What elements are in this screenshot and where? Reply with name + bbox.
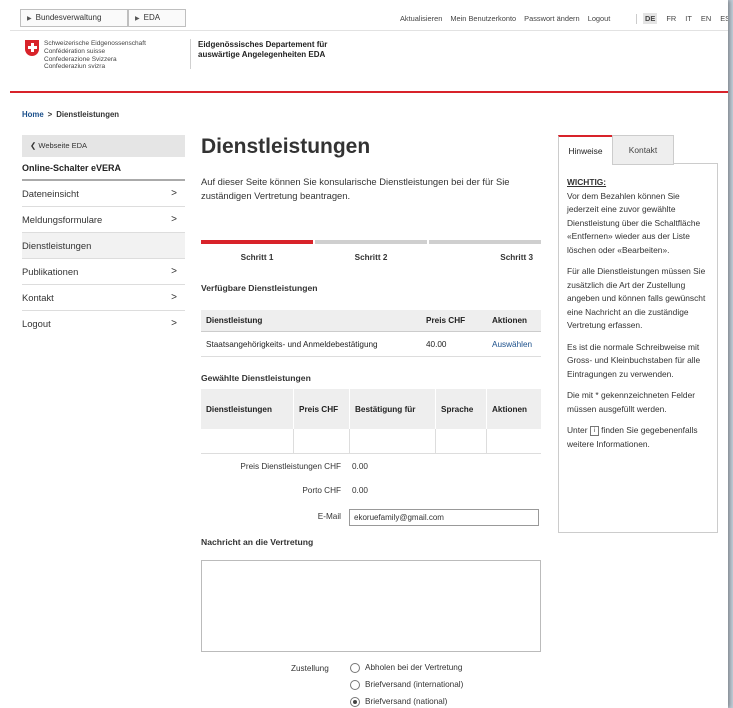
summary-price-row: Preis Dienstleistungen CHF [201,462,341,474]
message-textarea[interactable] [201,560,541,652]
panel-paragraph: Es ist die normale Schreibweise mit Gros… [567,341,701,379]
page-title: Dienstleistungen [201,135,371,158]
table-row [201,429,541,454]
select-service-link[interactable]: Auswählen [487,331,541,357]
chosen-services-title: Gewählte Dienstleistungen [201,373,311,383]
sidebar-heading: Online-Schalter eVERA [22,157,185,181]
breadcrumb-separator: > [47,110,53,119]
sidebar-item-publikationen[interactable]: Publikationen > [22,259,185,285]
tab-hinweise[interactable]: Hinweise [558,135,613,164]
sidebar-item-logout[interactable]: Logout > [22,311,185,336]
email-field[interactable]: ekoruefamily@gmail.com [349,509,539,526]
panel-tabs: Hinweise Kontakt [558,135,718,165]
lang-es[interactable]: ES [720,14,728,23]
header-accent-line [10,91,728,93]
chevron-right-icon: > [171,318,177,329]
sidebar-item-dateneinsicht[interactable]: Dateneinsicht > [22,181,185,207]
panel-paragraph: Für alle Dienstleistungen müssen Sie zus… [567,266,706,330]
chevron-right-icon: > [171,292,177,303]
price-label: Preis Dienstleistungen CHF [240,462,341,471]
porto-value: 0.00 [352,486,368,495]
column-header: Bestätigung für [349,389,436,429]
delivery-label: Zustellung [291,664,329,673]
topnav-logout[interactable]: Logout [588,14,611,23]
lang-de[interactable]: DE [643,13,658,24]
chevron-right-icon: > [171,188,177,199]
email-label: E-Mail [317,512,341,521]
chevron-left-icon: ❮ [30,141,37,150]
breadcrumb-home[interactable]: Home [22,110,44,119]
language-switcher: DE FR IT EN ES [643,13,728,24]
radio-button[interactable] [350,663,360,673]
top-bar: ▶ Bundesverwaltung ▶ EDA Aktualisieren Mei… [10,0,728,31]
department-name: Eidgenössisches Departement für auswärti… [198,40,328,59]
site-header: Schweizerische Eidgenossenschaft Confédé… [10,31,728,91]
panel-content: WICHTIG: Vor dem Bezahlen können Sie jed… [558,163,718,533]
delivery-option-national[interactable]: Briefversand (national) [350,697,447,707]
step-1: Schritt 1 [201,240,313,262]
delivery-option-international[interactable]: Briefversand (international) [350,680,463,690]
radio-button[interactable] [350,680,360,690]
step-3: Schritt 3 [429,240,541,262]
swiss-flag-icon[interactable] [25,40,39,56]
available-services-title: Verfügbare Dienstleistungen [201,283,318,293]
topnav-password[interactable]: Passwort ändern [524,14,579,23]
back-to-website-button[interactable]: ❮ Webseite EDA [22,135,185,157]
column-header: Aktionen [486,389,541,429]
breadcrumb: Home > Dienstleistungen [22,110,119,119]
topnav-account[interactable]: Mein Benutzerkonto [450,14,516,23]
warning-title: WICHTIG: [567,177,607,187]
tab-kontakt[interactable]: Kontakt [612,135,674,165]
sidebar-item-meldungsformulare[interactable]: Meldungsformulare > [22,207,185,233]
summary-porto-row: Porto CHF [201,486,341,498]
summary-email-row: E-Mail [201,512,341,524]
panel-paragraph: Die mit * gekennzeichneten Felder müssen… [567,390,696,414]
chosen-services-table: Dienstleistungen Preis CHF Bestätigung f… [201,389,541,454]
column-header: Preis CHF [421,310,487,332]
info-panel: Hinweise Kontakt WICHTIG: Vor dem Bezahl… [558,135,718,533]
panel-info-paragraph: Unter i finden Sie gegebenenfalls weiter… [567,425,698,449]
panel-paragraph: Vor dem Bezahlen können Sie jederzeit ei… [567,190,701,255]
confederation-names: Schweizerische Eidgenossenschaft Confédé… [44,40,146,71]
step-2: Schritt 2 [315,240,427,262]
service-price: 40.00 [421,331,487,357]
triangle-right-icon: ▶ [27,16,32,22]
triangle-right-icon: ▶ [135,16,140,22]
column-header: Preis CHF [293,389,350,429]
chevron-right-icon: > [171,266,177,277]
delivery-option-pickup[interactable]: Abholen bei der Vertretung [350,663,462,673]
column-header: Dienstleistungen [201,389,294,429]
lang-en[interactable]: EN [701,14,711,23]
price-value: 0.00 [352,462,368,471]
lang-fr[interactable]: FR [666,14,676,23]
radio-button-selected[interactable] [350,697,360,707]
intro-text: Auf dieser Seite können Sie konsularisch… [201,176,510,201]
breadcrumb-current: Dienstleistungen [56,110,120,119]
sidebar-item-dienstleistungen[interactable]: Dienstleistungen [22,233,185,259]
chevron-right-icon: > [171,214,177,225]
header-divider [190,39,191,69]
crumb-bundesverwaltung[interactable]: ▶ Bundesverwaltung [20,9,128,27]
sidebar: ❮ Webseite EDA Online-Schalter eVERA Dat… [22,135,185,336]
available-services-table: Dienstleistung Preis CHF Aktionen Staats… [201,310,541,357]
info-icon[interactable]: i [589,425,599,436]
crumb-eda[interactable]: ▶ EDA [128,9,186,27]
topnav-refresh[interactable]: Aktualisieren [400,14,442,23]
browser-page: ▶ Bundesverwaltung ▶ EDA Aktualisieren Mei… [0,0,728,708]
top-nav: Aktualisieren Mein Benutzerkonto Passwor… [400,14,616,23]
sidebar-item-kontakt[interactable]: Kontakt > [22,285,185,311]
column-header: Sprache [435,389,487,429]
table-row: Staatsangehörigkeits- und Anmeldebestäti… [201,331,541,357]
service-name: Staatsangehörigkeits- und Anmeldebestäti… [201,331,421,357]
column-header: Aktionen [487,310,541,332]
message-title: Nachricht an die Vertretung [201,537,314,547]
porto-label: Porto CHF [302,486,341,495]
column-header: Dienstleistung [201,310,421,332]
divider [636,14,637,24]
lang-it[interactable]: IT [685,14,692,23]
